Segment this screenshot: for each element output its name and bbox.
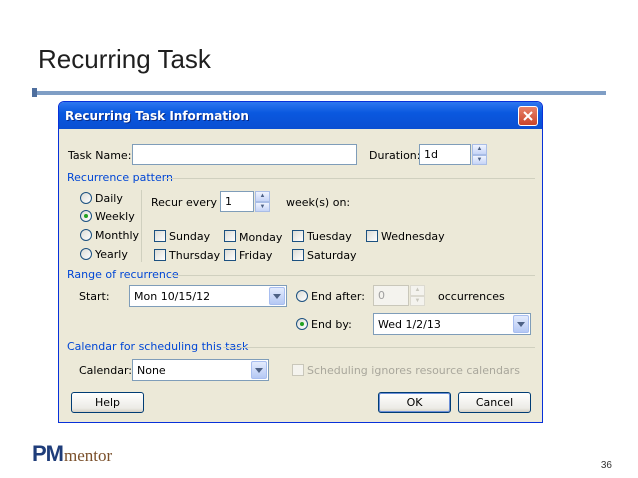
- chevron-down-icon: [273, 293, 281, 299]
- ignore-calendars-checkbox[interactable]: [292, 364, 304, 376]
- end-after-label: End after:: [311, 290, 365, 303]
- friday-checkbox[interactable]: [224, 249, 236, 261]
- end-by-radio[interactable]: [296, 318, 308, 330]
- recurrence-pattern-heading: Recurrence pattern: [67, 171, 174, 184]
- calendar-heading: Calendar for scheduling this task: [67, 340, 249, 353]
- yearly-radio[interactable]: [80, 248, 92, 260]
- thursday-checkbox[interactable]: [154, 249, 166, 261]
- duration-label: Duration:: [369, 149, 421, 162]
- dialog-title: Recurring Task Information: [65, 108, 249, 123]
- weeks-on-label: week(s) on:: [286, 196, 351, 209]
- ok-button[interactable]: OK: [378, 392, 451, 413]
- sunday-label: Sunday: [169, 230, 211, 243]
- monthly-label: Monthly: [95, 229, 140, 242]
- task-name-label: Task Name:: [68, 149, 132, 162]
- end-by-label: End by:: [311, 318, 352, 331]
- title-rule-marker: [32, 88, 37, 97]
- dropdown-button[interactable]: [251, 361, 267, 379]
- spin-up-icon[interactable]: ▲: [472, 144, 487, 155]
- tuesday-checkbox[interactable]: [292, 230, 304, 242]
- monday-checkbox[interactable]: [224, 230, 236, 242]
- duration-input[interactable]: 1d: [419, 144, 471, 165]
- cancel-button[interactable]: Cancel: [458, 392, 531, 413]
- ignore-calendars-label: Scheduling ignores resource calendars: [307, 364, 520, 377]
- daily-label: Daily: [95, 192, 123, 205]
- page-number: 36: [600, 460, 612, 471]
- spin-down-icon[interactable]: ▼: [410, 295, 425, 306]
- dialog-titlebar[interactable]: Recurring Task Information: [59, 102, 542, 129]
- chevron-down-icon: [255, 367, 263, 373]
- occurrences-label: occurrences: [438, 290, 505, 303]
- chevron-down-icon: [517, 321, 525, 327]
- recur-every-spinner[interactable]: ▲ ▼: [255, 191, 270, 212]
- calendar-label: Calendar:: [79, 364, 132, 377]
- section-divider: [223, 347, 535, 348]
- recurring-task-dialog: Recurring Task Information Task Name: Du…: [58, 101, 543, 423]
- friday-label: Friday: [239, 249, 273, 262]
- end-by-date-combo[interactable]: Wed 1/2/13: [373, 313, 531, 335]
- thursday-label: Thursday: [169, 249, 221, 262]
- wednesday-checkbox[interactable]: [366, 230, 378, 242]
- monday-label: Monday: [239, 231, 283, 244]
- wednesday-label: Wednesday: [381, 230, 445, 243]
- close-button[interactable]: [518, 106, 538, 126]
- dropdown-button[interactable]: [269, 287, 285, 305]
- saturday-checkbox[interactable]: [292, 249, 304, 261]
- saturday-label: Saturday: [307, 249, 357, 262]
- occurrences-input[interactable]: 0: [373, 285, 409, 306]
- sunday-checkbox[interactable]: [154, 230, 166, 242]
- spin-down-icon[interactable]: ▼: [472, 154, 487, 165]
- dropdown-button[interactable]: [513, 315, 529, 333]
- yearly-label: Yearly: [95, 248, 128, 261]
- start-date-value: Mon 10/15/12: [134, 289, 211, 303]
- slide-title: Recurring Task: [38, 44, 211, 74]
- pattern-divider: [141, 190, 142, 262]
- spin-up-icon[interactable]: ▲: [410, 285, 425, 296]
- start-date-combo[interactable]: Mon 10/15/12: [129, 285, 287, 307]
- start-label: Start:: [79, 290, 110, 303]
- calendar-combo[interactable]: None: [132, 359, 269, 381]
- section-divider: [171, 275, 535, 276]
- range-heading: Range of recurrence: [67, 268, 179, 281]
- pmmentor-logo: PM mentor: [32, 441, 112, 467]
- daily-radio[interactable]: [80, 192, 92, 204]
- end-after-radio[interactable]: [296, 290, 308, 302]
- task-name-input[interactable]: [132, 144, 357, 165]
- spin-up-icon[interactable]: ▲: [255, 191, 270, 202]
- section-divider: [165, 178, 535, 179]
- tuesday-label: Tuesday: [307, 230, 352, 243]
- logo-mentor: mentor: [64, 446, 113, 465]
- weekly-label: Weekly: [95, 210, 135, 223]
- logo-pm: PM: [32, 441, 64, 466]
- help-button[interactable]: Help: [71, 392, 144, 413]
- end-by-date-value: Wed 1/2/13: [378, 317, 441, 331]
- monthly-radio[interactable]: [80, 229, 92, 241]
- calendar-value: None: [137, 363, 166, 377]
- recur-every-label: Recur every: [151, 196, 218, 209]
- duration-spinner[interactable]: ▲ ▼: [472, 144, 487, 165]
- spin-down-icon[interactable]: ▼: [255, 201, 270, 212]
- weekly-radio[interactable]: [80, 210, 92, 222]
- close-icon: [523, 111, 533, 121]
- title-rule: [32, 91, 606, 95]
- recur-every-input[interactable]: 1: [220, 191, 254, 212]
- occurrences-spinner[interactable]: ▲ ▼: [410, 285, 425, 306]
